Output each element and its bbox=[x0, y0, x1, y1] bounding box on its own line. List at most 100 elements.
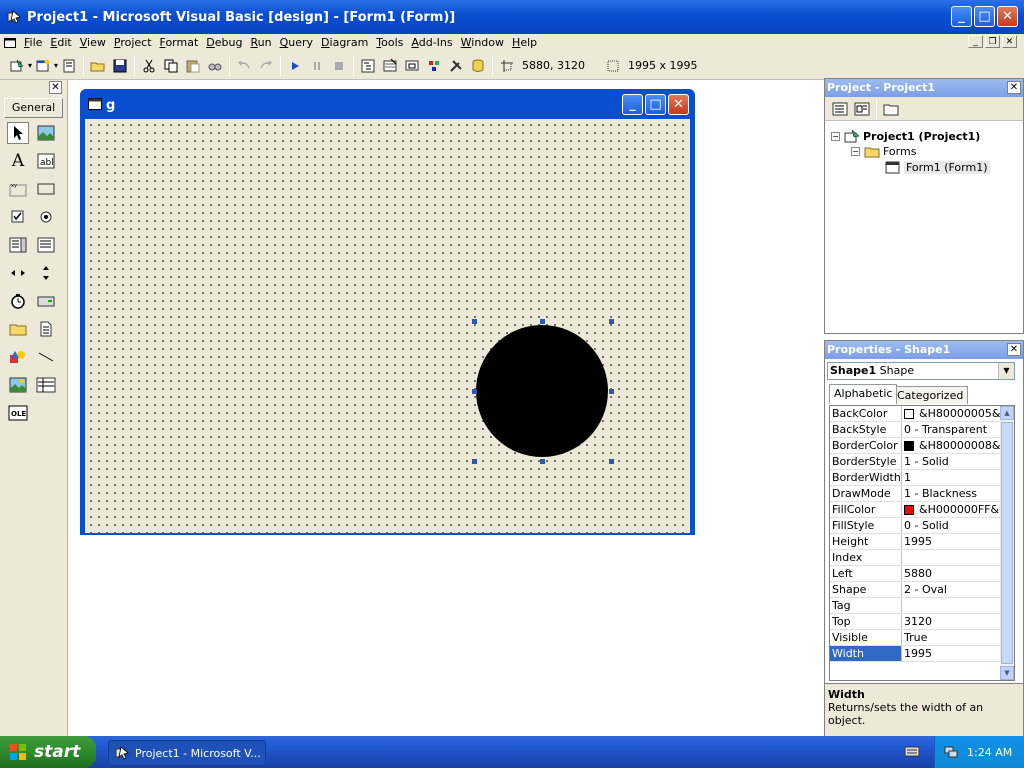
copy-button[interactable] bbox=[160, 55, 182, 77]
object-browser-button[interactable] bbox=[423, 55, 445, 77]
toolbox-general-tab[interactable]: General bbox=[4, 98, 63, 118]
form-maximize-button[interactable]: □ bbox=[645, 94, 666, 115]
resize-handle[interactable] bbox=[540, 459, 545, 464]
cut-button[interactable] bbox=[138, 55, 160, 77]
picturebox-tool[interactable] bbox=[35, 122, 57, 144]
mdi-restore-button[interactable]: ❐ bbox=[985, 35, 1000, 48]
menu-diagram[interactable]: Diagram bbox=[317, 35, 372, 51]
form-minimize-button[interactable]: _ bbox=[622, 94, 643, 115]
menu-help[interactable]: Help bbox=[508, 35, 541, 51]
property-row[interactable]: Height 1995 bbox=[830, 534, 1002, 550]
form-close-button[interactable]: ✕ bbox=[668, 94, 689, 115]
property-row[interactable]: Tag bbox=[830, 598, 1002, 614]
project-explorer-button[interactable] bbox=[357, 55, 379, 77]
start-run-button[interactable] bbox=[284, 55, 306, 77]
property-row[interactable]: BorderColor &H80000008& bbox=[830, 438, 1002, 454]
undo-button[interactable] bbox=[233, 55, 255, 77]
keyboard-tray-icon[interactable] bbox=[904, 744, 920, 761]
add-form-button[interactable] bbox=[32, 55, 54, 77]
property-value[interactable]: 1 bbox=[902, 470, 1002, 485]
maximize-button[interactable]: □ bbox=[974, 6, 995, 27]
toolbox-close-button[interactable]: ✕ bbox=[49, 81, 62, 94]
combobox-tool[interactable] bbox=[7, 234, 29, 256]
shape1-oval[interactable] bbox=[476, 325, 608, 457]
resize-handle[interactable] bbox=[472, 389, 477, 394]
clock[interactable]: 1:24 AM bbox=[967, 746, 1012, 759]
label-tool[interactable]: A bbox=[7, 150, 29, 172]
menu-editor-button[interactable] bbox=[58, 55, 80, 77]
property-value[interactable]: 0 - Transparent bbox=[902, 422, 1002, 437]
properties-window-button[interactable] bbox=[379, 55, 401, 77]
property-row[interactable]: BorderStyle 1 - Solid bbox=[830, 454, 1002, 470]
property-row[interactable]: FillColor &H000000FF& bbox=[830, 502, 1002, 518]
property-row[interactable]: Index bbox=[830, 550, 1002, 566]
close-button[interactable]: ✕ bbox=[997, 6, 1018, 27]
scroll-down-arrow-icon[interactable]: ▼ bbox=[1000, 666, 1014, 680]
collapse-icon[interactable]: − bbox=[851, 147, 860, 156]
property-row[interactable]: Top 3120 bbox=[830, 614, 1002, 630]
data-tool[interactable] bbox=[35, 374, 57, 396]
paste-button[interactable] bbox=[182, 55, 204, 77]
form-system-icon[interactable] bbox=[0, 38, 20, 48]
property-value[interactable] bbox=[902, 550, 1002, 565]
textbox-tool[interactable]: abl bbox=[35, 150, 57, 172]
pointer-tool[interactable] bbox=[7, 122, 29, 144]
view-object-button[interactable] bbox=[851, 98, 873, 120]
data-view-button[interactable] bbox=[467, 55, 489, 77]
form-designer-window[interactable]: g _ □ ✕ bbox=[80, 89, 695, 535]
tab-alphabetic[interactable]: Alphabetic bbox=[829, 384, 898, 404]
view-code-button[interactable] bbox=[829, 98, 851, 120]
object-selector[interactable]: Shape1 Shape ▼ bbox=[827, 362, 1015, 380]
scroll-thumb[interactable] bbox=[1001, 422, 1013, 664]
property-value[interactable]: 2 - Oval bbox=[902, 582, 1002, 597]
property-value[interactable]: 0 - Solid bbox=[902, 518, 1002, 533]
property-value[interactable]: &H80000005& bbox=[902, 406, 1002, 421]
property-row[interactable]: BackColor &H80000005& bbox=[830, 406, 1002, 422]
menu-run[interactable]: Run bbox=[246, 35, 275, 51]
property-value[interactable] bbox=[902, 598, 1002, 613]
dirlistbox-tool[interactable] bbox=[7, 318, 29, 340]
add-project-button[interactable] bbox=[6, 55, 28, 77]
toolbox-button[interactable] bbox=[445, 55, 467, 77]
checkbox-tool[interactable] bbox=[7, 206, 29, 228]
property-row[interactable]: FillStyle 0 - Solid bbox=[830, 518, 1002, 534]
taskbar-item-vb[interactable]: Project1 - Microsoft V... bbox=[108, 740, 266, 766]
menu-window[interactable]: Window bbox=[457, 35, 508, 51]
property-row[interactable]: Visible True bbox=[830, 630, 1002, 646]
property-value[interactable]: 1995 bbox=[902, 534, 1002, 549]
image-tool[interactable] bbox=[7, 374, 29, 396]
open-project-button[interactable] bbox=[87, 55, 109, 77]
timer-tool[interactable] bbox=[7, 290, 29, 312]
resize-handle[interactable] bbox=[609, 319, 614, 324]
break-button[interactable] bbox=[306, 55, 328, 77]
property-value[interactable]: True bbox=[902, 630, 1002, 645]
resize-handle[interactable] bbox=[472, 319, 477, 324]
shape-tool[interactable] bbox=[7, 346, 29, 368]
end-button[interactable] bbox=[328, 55, 350, 77]
redo-button[interactable] bbox=[255, 55, 277, 77]
property-value[interactable]: 3120 bbox=[902, 614, 1002, 629]
tab-categorized[interactable]: Categorized bbox=[892, 386, 969, 404]
property-row[interactable]: BorderWidth 1 bbox=[830, 470, 1002, 486]
menu-query[interactable]: Query bbox=[276, 35, 317, 51]
mdi-close-button[interactable]: ✕ bbox=[1002, 35, 1017, 48]
resize-handle[interactable] bbox=[609, 389, 614, 394]
commandbutton-tool[interactable] bbox=[35, 178, 57, 200]
form-layout-button[interactable] bbox=[401, 55, 423, 77]
property-row[interactable]: Shape 2 - Oval bbox=[830, 582, 1002, 598]
minimize-button[interactable]: _ bbox=[951, 6, 972, 27]
resize-handle[interactable] bbox=[472, 459, 477, 464]
resize-handle[interactable] bbox=[540, 319, 545, 324]
property-value[interactable]: 5880 bbox=[902, 566, 1002, 581]
property-value[interactable]: &H000000FF& bbox=[902, 502, 1002, 517]
vscrollbar-tool[interactable] bbox=[35, 262, 57, 284]
find-button[interactable] bbox=[204, 55, 226, 77]
menu-debug[interactable]: Debug bbox=[202, 35, 246, 51]
frame-tool[interactable]: xy bbox=[7, 178, 29, 200]
menu-file[interactable]: File bbox=[20, 35, 46, 51]
property-value[interactable]: 1 - Blackness bbox=[902, 486, 1002, 501]
property-value[interactable]: 1995 bbox=[902, 646, 1002, 661]
resize-handle[interactable] bbox=[609, 459, 614, 464]
menu-add-ins[interactable]: Add-Ins bbox=[407, 35, 456, 51]
chevron-down-icon[interactable]: ▼ bbox=[998, 363, 1014, 379]
